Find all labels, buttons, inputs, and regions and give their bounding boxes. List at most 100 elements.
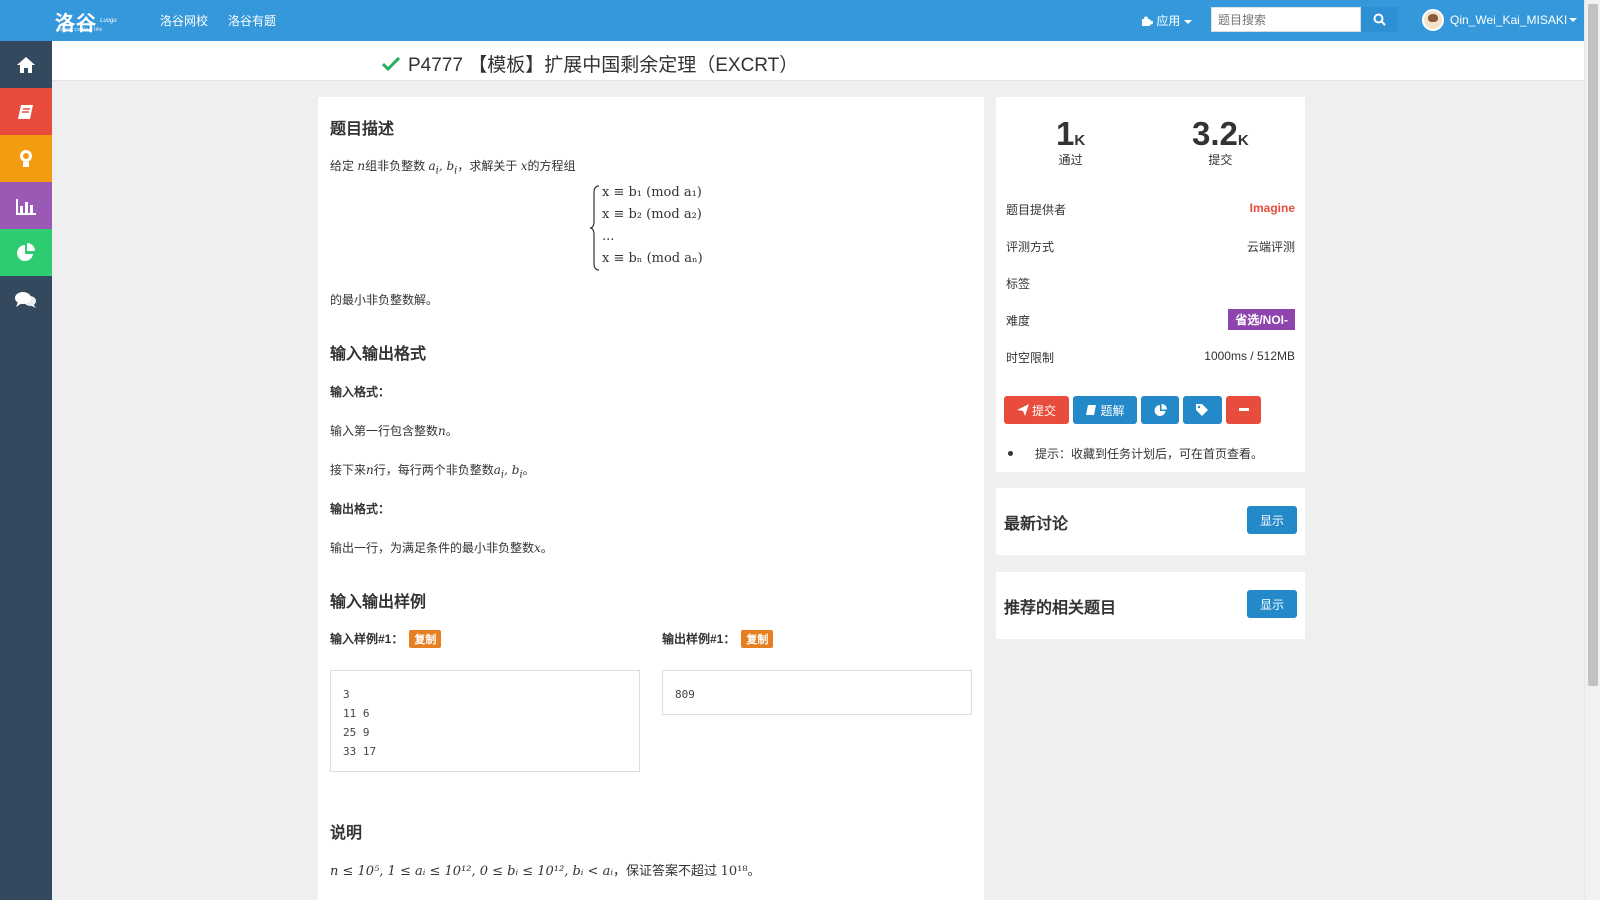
left-brace <box>590 185 600 271</box>
problem-title-bar: P4777 【模板】扩展中国剩余定理（EXCRT） <box>52 41 1584 81</box>
sidebar-item-ranking[interactable] <box>0 182 52 229</box>
page-scrollbar[interactable] <box>1584 0 1600 900</box>
section-samples-heading: 输入输出样例 <box>330 594 427 611</box>
equation-line-1: x ≡ b₁ (mod a₁) <box>602 185 702 200</box>
nav-link-school[interactable]: 洛谷网校 <box>160 12 208 29</box>
related-title: 推荐的相关题目 <box>1004 600 1117 617</box>
equation-line-3: ... <box>602 229 615 244</box>
math-x: x <box>534 541 541 555</box>
input-text: 输入第一行包含整数 <box>330 424 439 438</box>
tags-button[interactable] <box>1183 396 1222 424</box>
problem-info-card: 1K 通过 3.2K 提交 题目提供者 Imagine 评测方式 云端评测 标签… <box>996 97 1305 472</box>
accepted-label: 通过 <box>1058 153 1083 167</box>
bar-chart-icon <box>16 198 36 215</box>
input-line-1: 输入第一行包含整数n。 <box>330 422 458 439</box>
book-icon <box>18 104 33 119</box>
show-related-button[interactable]: 显示 <box>1247 590 1297 618</box>
search-icon <box>1373 13 1386 26</box>
solution-button[interactable]: 题解 <box>1073 396 1137 424</box>
tags-icon <box>1195 404 1208 416</box>
output-format-label: 输出格式： <box>330 502 391 516</box>
sample-output-label: 输出样例#1： 复制 <box>662 630 774 648</box>
difficulty-badge: 省选/NOI- <box>1228 309 1295 330</box>
scrollbar-thumb[interactable] <box>1588 4 1598 686</box>
puzzle-icon <box>1142 16 1153 26</box>
math-n: n <box>357 159 366 173</box>
show-discussion-button[interactable]: 显示 <box>1247 506 1297 534</box>
sidebar-item-records[interactable] <box>0 229 52 276</box>
section-description-heading: 题目描述 <box>330 121 395 138</box>
submitted-unit: K <box>1237 132 1249 149</box>
sample-output-label-text: 输出样例#1： <box>662 632 736 646</box>
input-format-label: 输入格式： <box>330 385 391 399</box>
provider-label: 题目提供者 <box>1006 203 1067 217</box>
username: Qin_Wei_Kai_MISAKI <box>1450 13 1568 27</box>
page-title: P4777 【模板】扩展中国剩余定理（EXCRT） <box>382 50 798 77</box>
search-input[interactable] <box>1211 7 1361 32</box>
minus-icon <box>1238 408 1249 411</box>
equation-line-4: x ≡ bₙ (mod aₙ) <box>602 251 703 266</box>
limit-label: 时空限制 <box>1006 351 1055 365</box>
math-n: n <box>438 424 446 438</box>
sidebar <box>0 41 52 900</box>
sidebar-item-training[interactable] <box>0 135 52 182</box>
caret-down-icon <box>1569 18 1578 22</box>
logo-tagline: enjoy coding life <box>58 27 103 33</box>
sample-input-box[interactable]: 3 11 6 25 9 33 17 <box>330 670 640 772</box>
math-ai-bi: ai, bi <box>428 159 458 177</box>
lightbulb-icon <box>20 149 32 167</box>
submitted-count: 3.2 <box>1192 115 1238 152</box>
math-ai-bi: ai, bi <box>493 463 523 481</box>
input-text: 。 <box>445 424 458 438</box>
luogu-logo[interactable]: 洛谷 Luogu enjoy coding life <box>55 8 128 35</box>
apps-dropdown[interactable]: 应用 <box>1142 12 1192 29</box>
caret-down-icon <box>1183 20 1192 24</box>
user-menu[interactable]: Qin_Wei_Kai_MISAKI <box>1422 9 1578 31</box>
judge-value: 云端评测 <box>1246 240 1295 254</box>
pie-chart-icon <box>17 242 35 261</box>
copy-input-button[interactable]: 复制 <box>409 630 442 648</box>
desc-text: ，求解关于 <box>457 159 518 173</box>
copy-output-button[interactable]: 复制 <box>741 630 774 648</box>
book-icon <box>1086 405 1097 415</box>
check-icon <box>382 56 400 71</box>
sample-input-label: 输入样例#1： 复制 <box>330 630 442 648</box>
submit-label: 提交 <box>1031 403 1056 418</box>
output-text: 输出一行，为满足条件的最小非负整数 <box>330 541 535 555</box>
accepted-count: 1 <box>1056 115 1075 152</box>
related-problems-panel: 推荐的相关题目 显示 <box>996 572 1305 639</box>
tip-text: 提示：收藏到任务计划后，可在首页查看。 <box>1035 447 1264 461</box>
limit-value: 1000ms / 512MB <box>1204 349 1295 363</box>
solution-label: 题解 <box>1100 403 1125 418</box>
judge-label: 评测方式 <box>1006 240 1055 254</box>
equation-line-2: x ≡ b₂ (mod a₂) <box>602 207 702 222</box>
top-navbar: 洛谷 Luogu enjoy coding life 洛谷网校 洛谷有题 应用 … <box>0 0 1584 41</box>
output-line: 输出一行，为满足条件的最小非负整数x。 <box>330 539 553 556</box>
provider-link[interactable]: Imagine <box>1250 201 1295 215</box>
hint-paragraph: n ≤ 10⁵, 1 ≤ aᵢ ≤ 10¹², 0 ≤ bᵢ ≤ 10¹², b… <box>330 860 761 879</box>
input-text: 接下来 <box>330 463 367 477</box>
sidebar-item-problems[interactable] <box>0 88 52 135</box>
desc-text: 的方程组 <box>527 159 576 173</box>
favorite-tip: 提示：收藏到任务计划后，可在首页查看。 <box>1008 445 1263 462</box>
input-text: 。 <box>522 463 535 477</box>
desc-text: 给定 <box>330 159 355 173</box>
statistics-button[interactable] <box>1141 396 1179 424</box>
accepted-stat: 1K 通过 <box>1056 115 1085 168</box>
sidebar-item-home[interactable] <box>0 41 52 88</box>
output-text: 。 <box>540 541 553 555</box>
apps-label: 应用 <box>1156 14 1181 28</box>
tags-label: 标签 <box>1006 277 1031 291</box>
math-n: n <box>366 463 374 477</box>
remove-favorite-button[interactable] <box>1226 396 1261 424</box>
discussion-panel: 最新讨论 显示 <box>996 488 1305 555</box>
submit-button[interactable]: 提交 <box>1004 396 1069 424</box>
search-button[interactable] <box>1361 7 1398 32</box>
sidebar-item-discuss[interactable] <box>0 276 52 323</box>
sample-output-box[interactable]: 809 <box>662 670 972 715</box>
nav-link-problems[interactable]: 洛谷有题 <box>228 12 276 29</box>
description-conclusion: 的最小非负整数解。 <box>330 293 439 307</box>
hint-end: 10¹⁸。 <box>720 864 761 879</box>
hint-text: ，保证答案不超过 <box>612 863 717 878</box>
accepted-unit: K <box>1074 132 1086 149</box>
